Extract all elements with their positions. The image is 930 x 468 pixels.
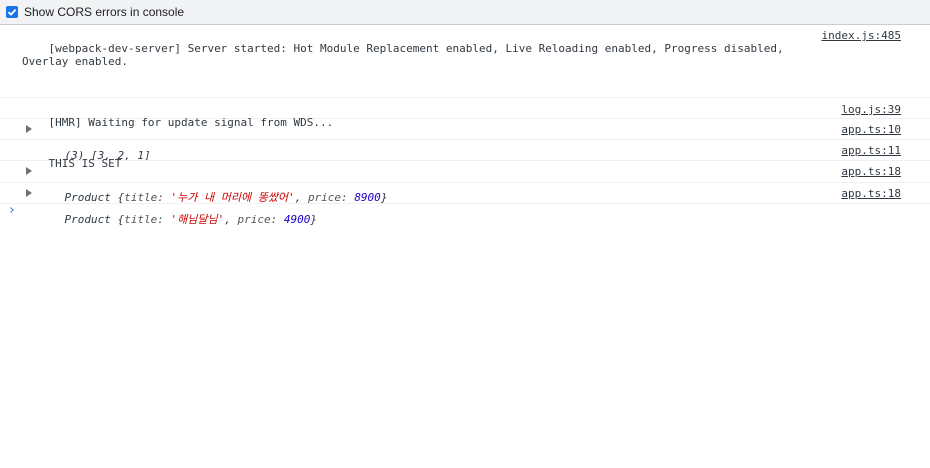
source-link[interactable]: log.js:39 — [841, 103, 901, 116]
console-message: [HMR] Waiting for update signal from WDS… — [0, 98, 930, 129]
console-message: [webpack-dev-server] Server started: Hot… — [0, 25, 930, 98]
chevron-right-icon — [10, 207, 14, 213]
cors-checkbox[interactable] — [6, 6, 18, 18]
message-text: [webpack-dev-server] Server started: Hot… — [22, 42, 791, 68]
console-messages: [webpack-dev-server] Server started: Hot… — [0, 25, 930, 226]
source-link[interactable]: app.ts:18 — [841, 187, 901, 200]
checkmark-icon — [7, 8, 17, 16]
expand-arrow-icon[interactable] — [26, 125, 32, 133]
console-message: Product {title: '누가 내 머리에 똥쌌어', price: 8… — [0, 161, 930, 204]
console-message: Product {title: '해님달님', price: 4900} app… — [0, 183, 930, 226]
console-toolbar: Show CORS errors in console — [0, 0, 930, 25]
console-message: THIS IS SET app.ts:11 — [0, 140, 930, 170]
source-link[interactable]: app.ts:18 — [841, 165, 901, 178]
source-link[interactable]: app.ts:10 — [841, 123, 901, 136]
expand-arrow-icon[interactable] — [26, 167, 32, 175]
source-link[interactable]: app.ts:11 — [841, 144, 901, 157]
console-message: (3) [3, 2, 1] app.ts:10 — [0, 119, 930, 162]
console-prompt[interactable] — [0, 204, 930, 220]
expand-arrow-icon[interactable] — [26, 189, 32, 197]
source-link[interactable]: index.js:485 — [822, 29, 901, 42]
cors-label[interactable]: Show CORS errors in console — [24, 5, 184, 19]
